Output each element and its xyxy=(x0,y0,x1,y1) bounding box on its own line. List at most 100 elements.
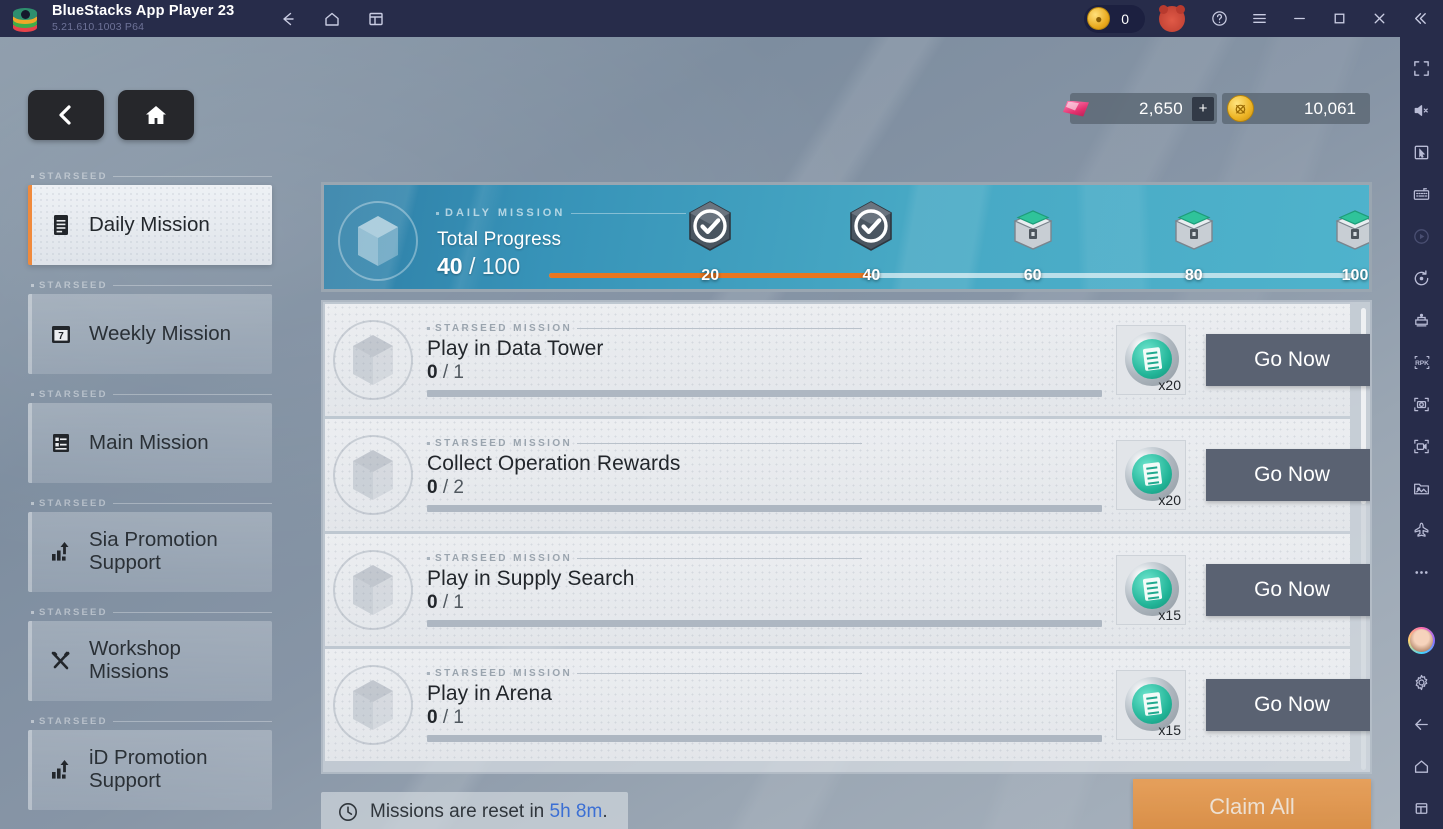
chest-checked-icon xyxy=(682,199,738,253)
help-icon[interactable] xyxy=(1199,0,1239,37)
reward-quantity: x15 xyxy=(1158,607,1181,623)
titlebar-right-group: ● 0 xyxy=(1084,0,1443,37)
sidebar-item-label: Main Mission xyxy=(89,430,209,454)
game-home-button[interactable] xyxy=(118,90,194,140)
group-dot-icon xyxy=(427,672,430,675)
mission-progress-value: 0 / 2 xyxy=(427,477,1102,499)
rotate-icon[interactable] xyxy=(1400,257,1443,299)
cube-icon xyxy=(358,216,398,266)
milestone-60[interactable]: 60 xyxy=(1005,199,1061,284)
fullscreen-icon[interactable] xyxy=(1400,47,1443,89)
bluestacks-coin-pill[interactable]: ● 0 xyxy=(1084,4,1145,33)
banner-progress-value: 40 / 100 xyxy=(437,253,520,280)
group-dot-icon xyxy=(31,284,34,287)
screenshot-icon[interactable] xyxy=(1400,383,1443,425)
mission-reward[interactable]: x15 xyxy=(1116,555,1186,625)
mission-reward[interactable]: x15 xyxy=(1116,670,1186,740)
mission-body: STARSEED MISSION Play in Data Tower 0 / … xyxy=(427,323,1116,397)
recents-icon[interactable] xyxy=(1400,787,1443,829)
mission-row: STARSEED MISSION Play in Data Tower 0 / … xyxy=(325,304,1370,416)
reward-quantity: x20 xyxy=(1158,377,1181,393)
claim-all-button[interactable]: Claim All xyxy=(1133,779,1371,829)
sidebar-item-daily-mission[interactable]: Daily Mission xyxy=(28,185,272,265)
go-now-button[interactable]: Go Now xyxy=(1206,679,1370,731)
mission-title: Play in Supply Search xyxy=(427,567,635,590)
rpk-label: RPK xyxy=(1415,360,1429,367)
sidebar-item-main-mission[interactable]: Main Mission xyxy=(28,403,272,483)
game-controls-icon[interactable] xyxy=(1400,299,1443,341)
home-icon[interactable] xyxy=(320,7,344,31)
group-rule xyxy=(112,721,272,722)
minimize-icon[interactable] xyxy=(1279,0,1319,37)
group-header: STARSEED xyxy=(28,497,272,510)
bluestacks-window: BlueStacks App Player 23 5.21.610.1003 P… xyxy=(0,0,1443,829)
mission-total: 1 xyxy=(453,707,464,728)
multi-instance-icon[interactable] xyxy=(364,7,388,31)
game-back-button[interactable] xyxy=(28,90,104,140)
avatar-icon[interactable] xyxy=(1408,627,1435,654)
sidebar-item-workshop-missions[interactable]: Workshop Missions xyxy=(28,621,272,701)
milestone-80[interactable]: 80 xyxy=(1166,199,1222,284)
progress-current: 40 xyxy=(437,253,463,279)
cube-icon xyxy=(353,335,393,385)
sidebar-group-weekly: STARSEED 7 Weekly Mission xyxy=(28,279,272,374)
milestone-40[interactable]: 40 xyxy=(843,199,899,284)
milestone-label: 40 xyxy=(862,267,881,284)
group-rule xyxy=(112,612,272,613)
pointer-icon[interactable] xyxy=(1400,131,1443,173)
mission-cube-badge-icon xyxy=(338,201,418,281)
gold-currency[interactable]: ⦻ 10,061 xyxy=(1222,93,1370,124)
media-folder-icon[interactable] xyxy=(1400,467,1443,509)
sidebar-item-weekly-mission[interactable]: 7 Weekly Mission xyxy=(28,294,272,374)
home-icon[interactable] xyxy=(1400,745,1443,787)
settings-gear-icon[interactable] xyxy=(1400,661,1443,703)
mission-cube-badge-icon xyxy=(333,435,413,515)
group-header: STARSEED xyxy=(28,606,272,619)
mission-reward[interactable]: x20 xyxy=(1116,325,1186,395)
milestone-20[interactable]: 20 xyxy=(682,199,738,284)
profile-avatar-icon[interactable] xyxy=(1159,4,1185,32)
milestone-label: 60 xyxy=(1023,267,1042,284)
milestone-100[interactable]: 100 xyxy=(1327,199,1369,284)
group-dot-icon xyxy=(436,211,439,215)
close-icon[interactable] xyxy=(1359,0,1399,37)
progress-separator: / xyxy=(462,253,482,279)
mission-row: STARSEED MISSION Play in Arena 0 / 1 x15… xyxy=(325,649,1370,761)
coin-count: 0 xyxy=(1121,10,1129,27)
mission-title: Collect Operation Rewards xyxy=(427,452,681,475)
mission-total: 2 xyxy=(453,477,464,498)
app-version: 5.21.610.1003 P64 xyxy=(52,20,145,33)
mission-row: STARSEED MISSION Play in Supply Search 0… xyxy=(325,534,1370,646)
keyboard-controls-icon[interactable] xyxy=(1400,173,1443,215)
mission-progress-value: 0 / 1 xyxy=(427,707,1102,729)
gem-icon xyxy=(1061,97,1091,121)
chest-locked-icon xyxy=(1005,199,1061,253)
collapse-icon[interactable] xyxy=(1399,0,1439,37)
gem-currency[interactable]: 2,650 + xyxy=(1062,93,1217,124)
record-video-icon[interactable] xyxy=(1400,425,1443,467)
more-icon[interactable] xyxy=(1400,551,1443,593)
sidebar-item-id-promotion-support[interactable]: iD Promotion Support xyxy=(28,730,272,810)
mute-icon[interactable] xyxy=(1400,89,1443,131)
rpk-icon[interactable]: RPK xyxy=(1400,341,1443,383)
boost-airplane-icon[interactable] xyxy=(1400,509,1443,551)
menu-icon[interactable] xyxy=(1239,0,1279,37)
gold-value: 10,061 xyxy=(1304,98,1356,118)
mission-progress-value: 0 / 1 xyxy=(427,592,1102,614)
currency-bar: 2,650 + ⦻ 10,061 xyxy=(1062,93,1370,124)
go-now-button[interactable]: Go Now xyxy=(1206,334,1370,386)
group-rule xyxy=(571,212,686,214)
group-label: STARSEED xyxy=(39,716,108,727)
back-arrow-icon[interactable] xyxy=(276,7,300,31)
play-macro-icon[interactable] xyxy=(1400,215,1443,257)
back-arrow-icon[interactable] xyxy=(1400,703,1443,745)
gem-add-button[interactable]: + xyxy=(1192,96,1214,121)
maximize-icon[interactable] xyxy=(1319,0,1359,37)
chest-checked-icon xyxy=(843,199,899,253)
sidebar-item-sia-promotion-support[interactable]: Sia Promotion Support xyxy=(28,512,272,592)
cube-icon xyxy=(353,680,393,730)
go-now-button[interactable]: Go Now xyxy=(1206,564,1370,616)
go-now-button[interactable]: Go Now xyxy=(1206,449,1370,501)
mission-progress-bar xyxy=(427,390,1102,397)
mission-reward[interactable]: x20 xyxy=(1116,440,1186,510)
